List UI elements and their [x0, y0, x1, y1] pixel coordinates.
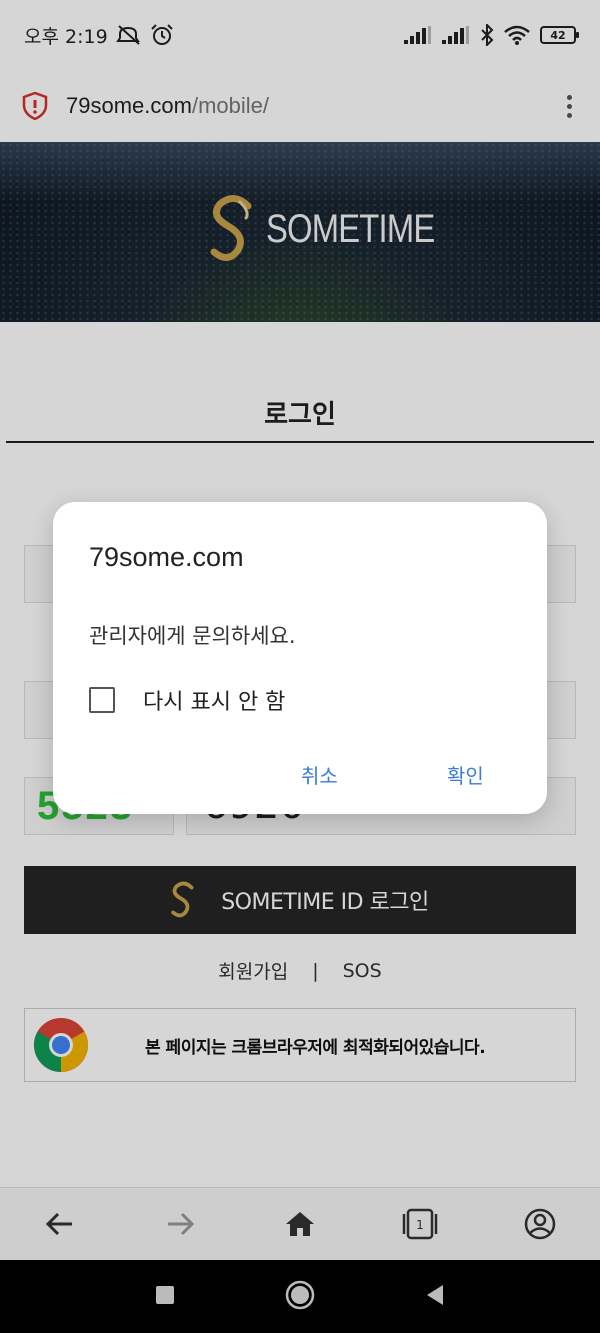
- recents-icon[interactable]: [155, 1285, 175, 1309]
- home-circle-icon[interactable]: [285, 1280, 315, 1314]
- ok-button[interactable]: 확인: [447, 760, 484, 789]
- dont-show-again-label[interactable]: 다시 표시 안 함: [143, 684, 285, 716]
- cancel-button[interactable]: 취소: [301, 760, 338, 789]
- phone-screen: 오후 2:19 42 79some.com/mobile/ SOMETIME 로…: [0, 0, 600, 1333]
- android-nav-bar: [0, 1260, 600, 1333]
- dialog-message: 관리자에게 문의하세요.: [89, 624, 296, 648]
- dont-show-again-row[interactable]: 다시 표시 안 함: [89, 684, 285, 716]
- dialog-title: 79some.com: [89, 542, 244, 572]
- back-triangle-icon[interactable]: [425, 1284, 445, 1310]
- alert-dialog: 79some.com 관리자에게 문의하세요. 다시 표시 안 함 취소 확인: [53, 502, 547, 814]
- dont-show-again-checkbox[interactable]: [89, 687, 115, 713]
